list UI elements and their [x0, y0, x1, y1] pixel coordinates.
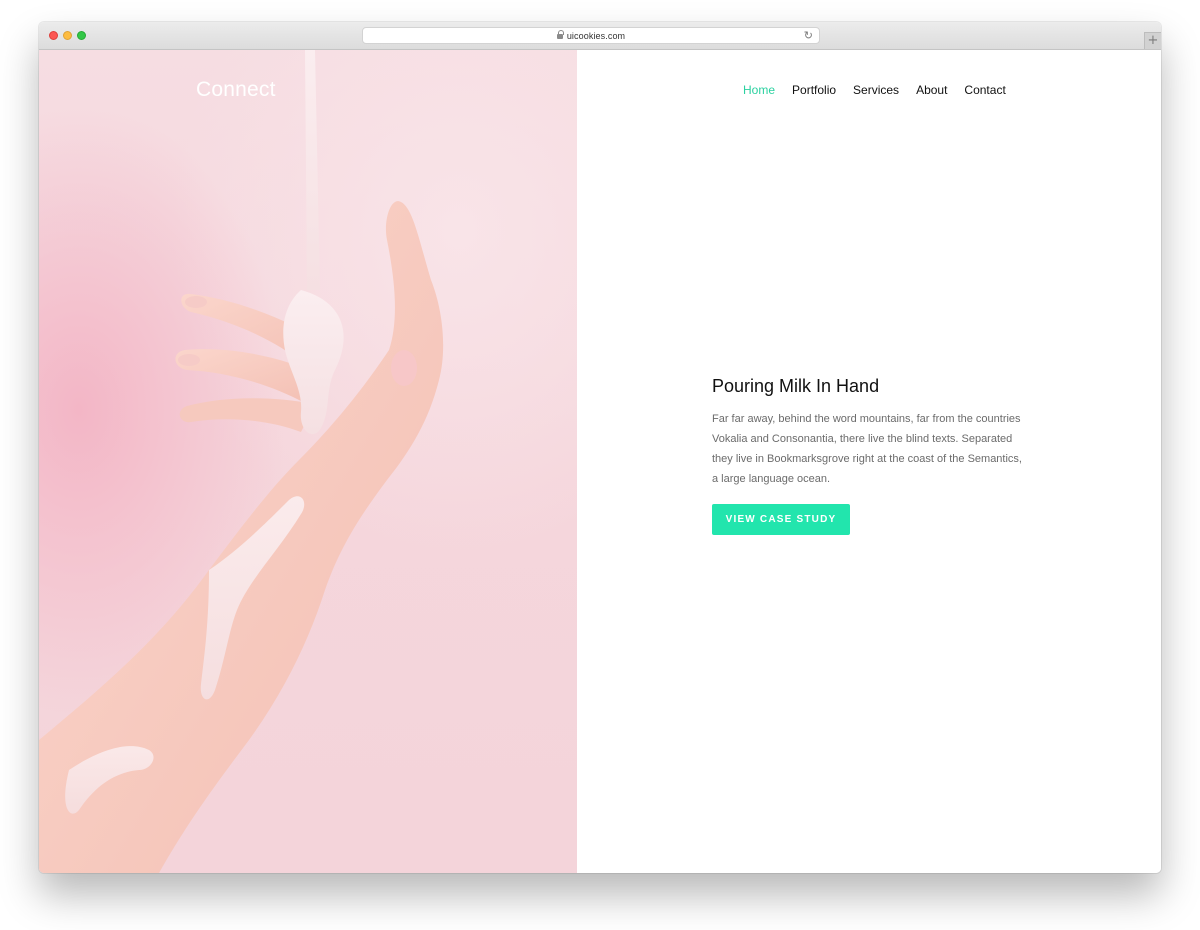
view-case-study-button[interactable]: VIEW CASE STUDY: [712, 504, 850, 535]
zoom-window-button[interactable]: [77, 31, 86, 40]
browser-toolbar: uicookies.com ↻ +: [39, 22, 1161, 50]
nav-link-services[interactable]: Services: [853, 83, 899, 97]
hand-illustration: [39, 50, 444, 873]
main-nav: Home Portfolio Services About Contact: [743, 83, 1023, 97]
new-tab-button[interactable]: +: [1144, 32, 1161, 49]
minimize-window-button[interactable]: [63, 31, 72, 40]
nav-link-home[interactable]: Home: [743, 83, 775, 97]
address-bar-url: uicookies.com: [566, 30, 626, 41]
content-pane: Home Portfolio Services About Contact Po…: [577, 50, 1161, 873]
screen: uicookies.com ↻ + Connect Home Portfolio…: [0, 0, 1200, 930]
brand-logo[interactable]: Connect: [196, 78, 276, 102]
nav-link-portfolio[interactable]: Portfolio: [792, 83, 836, 97]
address-bar[interactable]: uicookies.com ↻: [362, 27, 820, 44]
reload-icon[interactable]: ↻: [804, 30, 813, 41]
feature-block: Pouring Milk In Hand Far far away, behin…: [712, 375, 1042, 535]
hero-image-milk-hand: Connect: [39, 50, 577, 873]
browser-window: uicookies.com ↻ + Connect Home Portfolio…: [39, 22, 1161, 873]
nav-link-about[interactable]: About: [916, 83, 947, 97]
nav-link-contact[interactable]: Contact: [964, 83, 1005, 97]
lock-icon: [556, 30, 564, 39]
feature-description: Far far away, behind the word mountains,…: [712, 413, 1022, 485]
web-page: Connect Home Portfolio Services About Co…: [39, 50, 1161, 873]
close-window-button[interactable]: [49, 31, 58, 40]
feature-title: Pouring Milk In Hand: [712, 376, 880, 396]
